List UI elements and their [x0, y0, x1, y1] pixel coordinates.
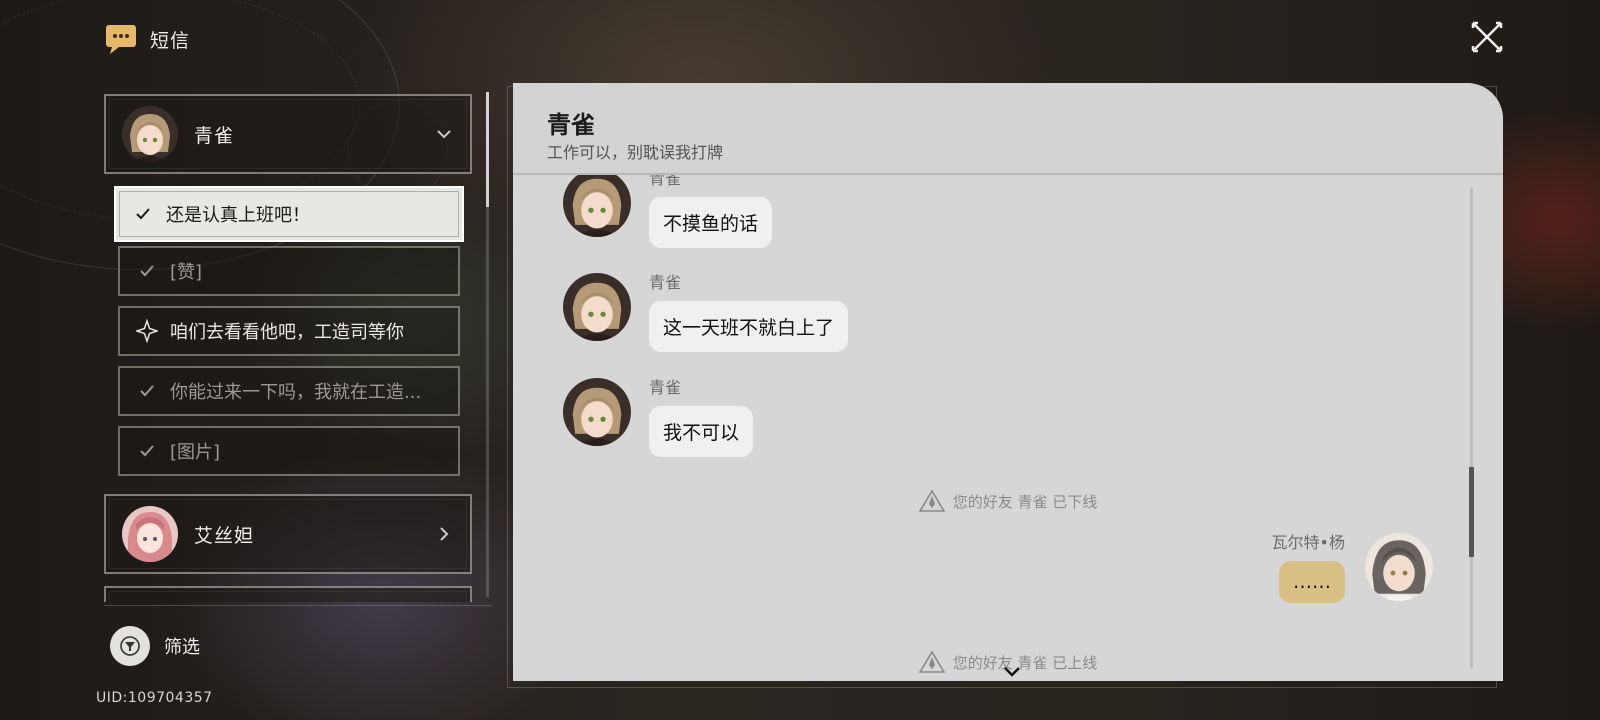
app-header: 短信 — [104, 22, 190, 56]
notice-icon — [918, 490, 945, 512]
message-bubble: …… — [1279, 561, 1345, 603]
message-sender: 青雀 — [649, 378, 682, 397]
avatar — [563, 273, 631, 341]
scroll-down-button[interactable] — [1002, 664, 1022, 680]
contact-name: 艾丝妲 — [194, 524, 255, 547]
thread-preview: [图片] — [170, 442, 221, 463]
thread-preview: 咱们去看看他吧，工造司等你 — [170, 322, 404, 343]
chevron-right-icon — [440, 527, 449, 541]
contact-list: 青雀 还是认真上班吧！ [赞] 咱们去看看他吧，工造司等你 你能过来一下吗，我就… — [104, 92, 472, 602]
avatar — [122, 106, 178, 162]
filter-icon — [110, 626, 150, 666]
thread-preview: [赞] — [170, 262, 203, 283]
thread-preview: 你能过来一下吗，我就在工造... — [170, 382, 422, 403]
thread-item[interactable]: [图片] — [118, 426, 460, 476]
message-bubble: 这一天班不就白上了 — [649, 301, 849, 352]
chevron-down-icon — [437, 130, 451, 139]
thread-preview: 还是认真上班吧！ — [166, 205, 310, 226]
check-icon — [136, 444, 158, 458]
avatar — [563, 175, 631, 237]
check-icon — [136, 264, 158, 278]
close-button[interactable] — [1470, 20, 1504, 54]
message-sender: 青雀 — [649, 273, 682, 292]
message-row: 青雀 我不可以 — [563, 378, 754, 457]
contact-scrollbar-thumb[interactable] — [486, 92, 489, 207]
chat-title: 青雀 — [547, 111, 595, 139]
chat-subtitle: 工作可以，别耽误我打牌 — [547, 143, 724, 162]
contact-card-asta[interactable]: 艾丝妲 — [104, 494, 472, 574]
system-note: 您的好友 青雀 已下线 — [513, 490, 1503, 512]
thread-item[interactable]: 你能过来一下吗，我就在工造... — [118, 366, 460, 416]
message-sender: 瓦尔特•杨 — [1271, 533, 1345, 552]
system-note-text: 您的好友 青雀 已上线 — [952, 653, 1098, 672]
contact-card-qingque[interactable]: 青雀 — [104, 94, 472, 174]
message-list[interactable]: 青雀 不摸鱼的话 青雀 这一天班不就白上了 青雀 我不可以 您的好友 青雀 已下… — [513, 175, 1503, 681]
check-icon — [132, 207, 154, 221]
contact-card-partial[interactable] — [104, 586, 472, 602]
filter-button[interactable]: 筛选 — [110, 626, 200, 666]
message-sender: 青雀 — [649, 175, 682, 188]
message-row: 青雀 不摸鱼的话 — [563, 175, 773, 248]
message-bubble: 不摸鱼的话 — [649, 197, 773, 248]
chevron-down-icon — [1004, 667, 1020, 677]
message-bubble: 我不可以 — [649, 406, 754, 457]
check-icon — [136, 384, 158, 398]
notice-icon — [918, 651, 945, 673]
thread-item[interactable]: [赞] — [118, 246, 460, 296]
chat-scrollbar-thumb[interactable] — [1469, 467, 1474, 557]
page-title: 短信 — [150, 29, 191, 52]
system-note-text: 您的好友 青雀 已下线 — [952, 492, 1098, 511]
avatar — [1365, 533, 1433, 601]
uid-label: UID:109704357 — [96, 690, 213, 706]
message-icon — [104, 22, 138, 56]
thread-item[interactable]: 还是认真上班吧！ — [114, 186, 464, 242]
chat-header: 青雀 工作可以，别耽误我打牌 — [513, 83, 1503, 175]
chat-scrollbar[interactable] — [1470, 188, 1473, 668]
avatar — [563, 378, 631, 446]
message-row-self: 瓦尔特•杨 …… — [1272, 533, 1433, 603]
mission-star-icon — [136, 318, 158, 344]
close-icon — [1471, 21, 1503, 53]
avatar — [122, 506, 178, 562]
chat-panel: 青雀 工作可以，别耽误我打牌 青雀 不摸鱼的话 青雀 这一天班不就白上了 青雀 … — [513, 83, 1503, 681]
filter-label: 筛选 — [164, 637, 200, 658]
divider — [104, 605, 492, 606]
message-row: 青雀 这一天班不就白上了 — [563, 273, 849, 352]
contact-name: 青雀 — [194, 124, 235, 147]
thread-item[interactable]: 咱们去看看他吧，工造司等你 — [118, 306, 460, 356]
